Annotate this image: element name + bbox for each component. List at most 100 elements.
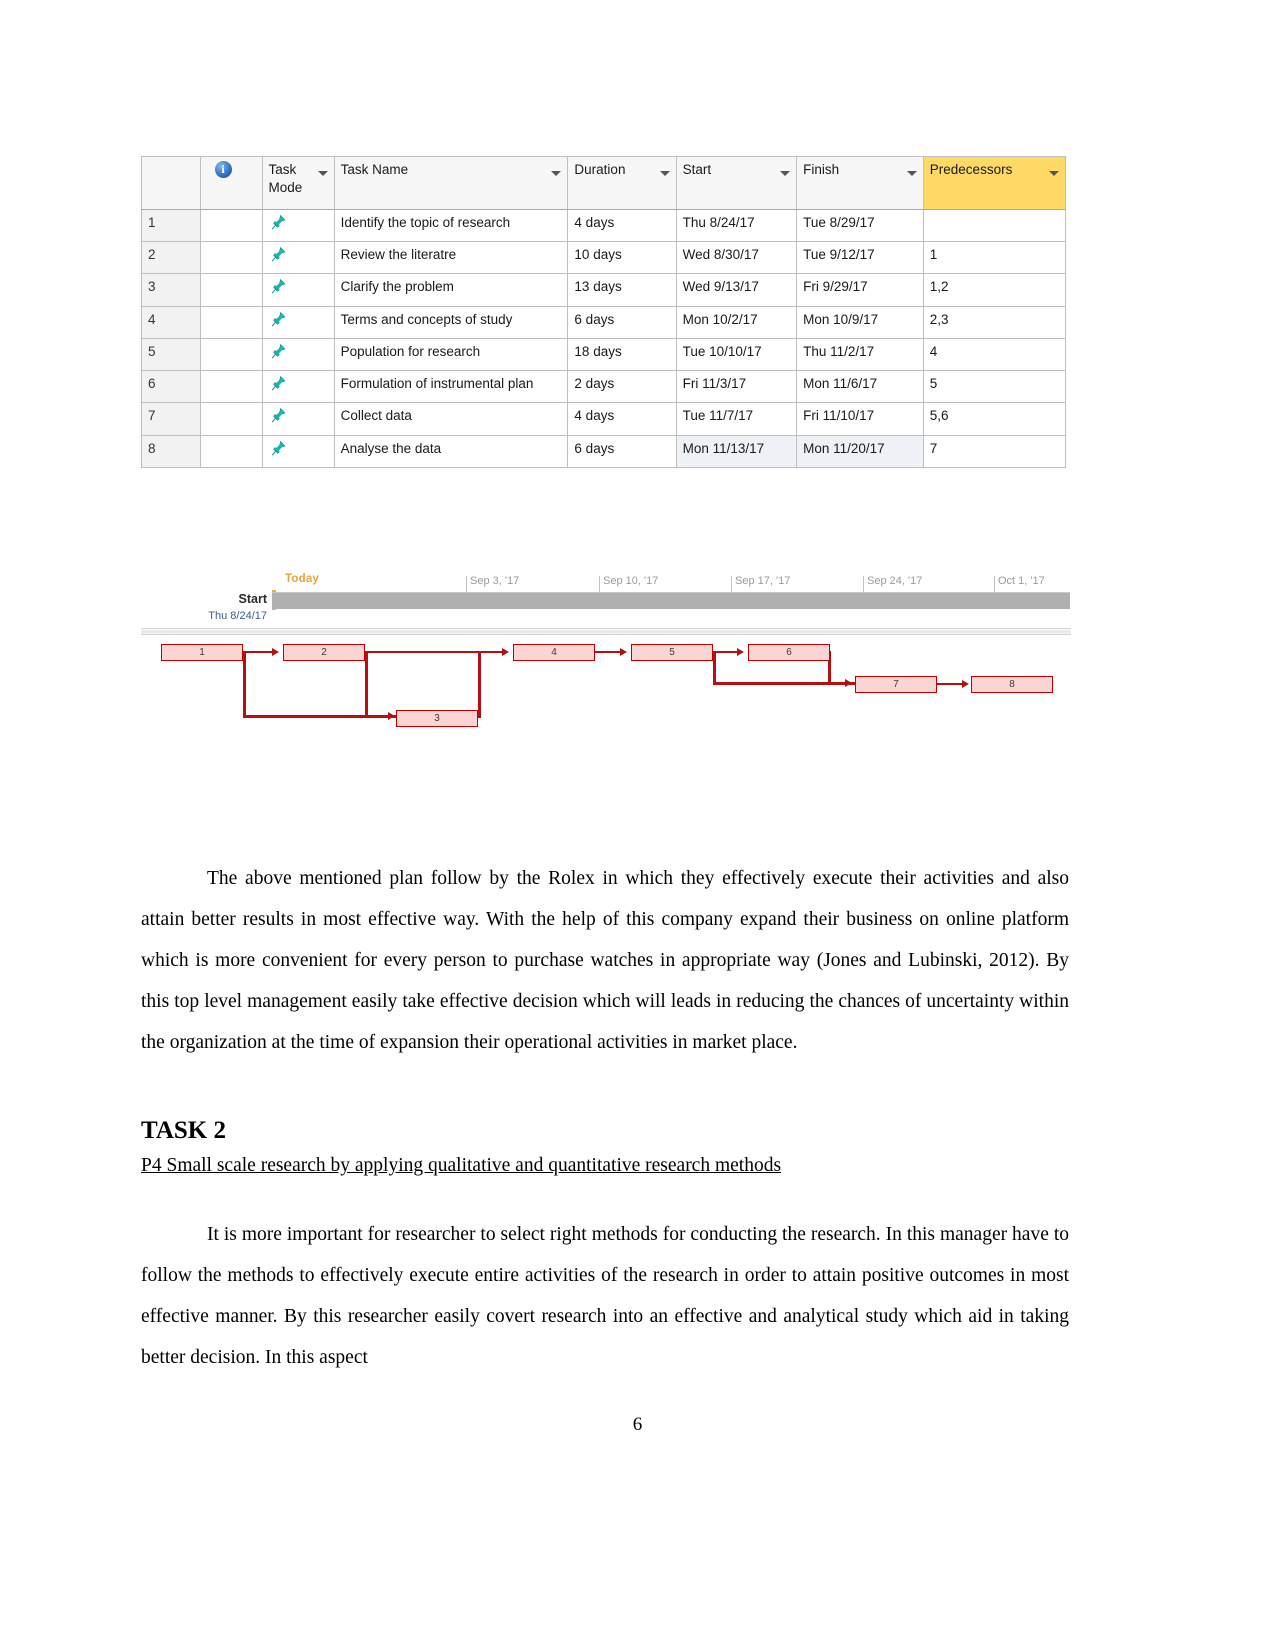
cell-duration[interactable]: 13 days [567, 273, 677, 307]
table-row[interactable]: 8 Analyse the data 6 days Mon 11/13/17 Mon 1… [141, 434, 1067, 468]
header-finish[interactable]: Finish [796, 156, 924, 210]
cell-task-mode[interactable] [261, 434, 335, 468]
table-row[interactable]: 1 Identify the topic of research 4 days Thu… [141, 208, 1067, 243]
cell-finish[interactable]: Mon 11/6/17 [796, 370, 924, 404]
cell-duration[interactable]: 4 days [567, 208, 677, 243]
cell-duration[interactable]: 10 days [567, 241, 677, 275]
header-start-label: Start [682, 162, 712, 177]
link-2-4 [365, 651, 505, 653]
cell-row-id: 8 [141, 434, 201, 468]
cell-predecessors[interactable]: 2,3 [922, 305, 1067, 339]
network-node-1[interactable]: 1 [161, 644, 243, 661]
cell-predecessors[interactable]: 1 [922, 241, 1067, 275]
table-row[interactable]: 3 Clarify the problem 13 days Wed 9/13/17 Fr… [141, 273, 1067, 307]
cell-indicator[interactable] [199, 273, 263, 307]
cell-indicator[interactable] [199, 370, 263, 404]
network-node-8[interactable]: 8 [971, 676, 1053, 693]
network-node-7[interactable]: 7 [855, 676, 937, 693]
network-node-3[interactable]: 3 [396, 710, 478, 727]
table-row[interactable]: 4 Terms and concepts of study 6 days Mon 10… [141, 305, 1067, 339]
cell-start[interactable]: Mon 10/2/17 [675, 305, 798, 339]
header-duration[interactable]: Duration [567, 156, 677, 210]
cell-duration[interactable]: 4 days [567, 402, 677, 436]
cell-duration[interactable]: 6 days [567, 434, 677, 468]
chevron-down-icon[interactable] [659, 171, 670, 176]
network-node-4[interactable]: 4 [513, 644, 595, 661]
header-predecessors[interactable]: Predecessors [922, 156, 1067, 210]
cell-indicator[interactable] [199, 241, 263, 275]
cell-finish[interactable]: Fri 9/29/17 [796, 273, 924, 307]
page-number: 6 [632, 1414, 643, 1435]
cell-indicator[interactable] [199, 305, 263, 339]
chevron-down-icon[interactable] [317, 171, 328, 176]
chevron-down-icon[interactable] [551, 171, 562, 176]
timeline-today-label: Today [285, 573, 320, 585]
cell-predecessors[interactable]: 5,6 [922, 402, 1067, 436]
cell-indicator[interactable] [199, 402, 263, 436]
timeline-start-date: Thu 8/24/17 [208, 610, 267, 622]
cell-finish[interactable]: Mon 11/20/17 [796, 434, 924, 468]
header-finish-label: Finish [803, 162, 840, 177]
link-3-join [478, 715, 481, 718]
arrow-5-6-icon [737, 648, 744, 656]
network-node-6[interactable]: 6 [748, 644, 830, 661]
header-predecessors-label: Predecessors [929, 162, 1013, 177]
cell-task-name[interactable]: Collect data [333, 402, 569, 436]
cell-task-name[interactable]: Review the literatre [333, 241, 569, 275]
cell-indicator[interactable] [199, 337, 263, 372]
cell-finish[interactable]: Fri 11/10/17 [796, 402, 924, 436]
cell-indicator[interactable] [199, 434, 263, 468]
cell-finish[interactable]: Tue 9/12/17 [796, 241, 924, 275]
cell-finish[interactable]: Mon 10/9/17 [796, 305, 924, 339]
cell-start[interactable]: Mon 11/13/17 [675, 434, 798, 468]
cell-task-name[interactable]: Identify the topic of research [333, 208, 569, 243]
chevron-down-icon[interactable] [1049, 171, 1059, 176]
table-row[interactable]: 7 Collect data 4 days Tue 11/7/17 Fri 11/10/… [141, 402, 1067, 436]
cell-task-name[interactable]: Population for research [333, 337, 569, 372]
cell-start[interactable]: Wed 8/30/17 [675, 241, 798, 275]
header-task-mode[interactable]: Task Mode [261, 156, 335, 210]
cell-task-name[interactable]: Analyse the data [333, 434, 569, 468]
cell-task-mode[interactable] [261, 305, 335, 339]
cell-task-mode[interactable] [261, 402, 335, 436]
cell-start[interactable]: Fri 11/3/17 [675, 370, 798, 404]
network-node-5[interactable]: 5 [631, 644, 713, 661]
chevron-down-icon[interactable] [906, 171, 917, 176]
link-5-6 [713, 651, 740, 653]
cell-predecessors[interactable]: 1,2 [922, 273, 1067, 307]
table-row[interactable]: 6 Formulation of instrumental plan 2 days F… [141, 370, 1067, 404]
table-row[interactable]: 2 Review the literatre 10 days Wed 8/30/17 T… [141, 241, 1067, 275]
header-start[interactable]: Start [675, 156, 798, 210]
pin-icon [269, 214, 287, 232]
timeline-bar[interactable] [272, 592, 1070, 609]
cell-task-mode[interactable] [261, 208, 335, 243]
cell-start[interactable]: Thu 8/24/17 [675, 208, 798, 243]
cell-start[interactable]: Tue 10/10/17 [675, 337, 798, 372]
cell-start[interactable]: Tue 11/7/17 [675, 402, 798, 436]
cell-duration[interactable]: 18 days [567, 337, 677, 372]
cell-finish[interactable]: Tue 8/29/17 [796, 208, 924, 243]
timeline-tick-label: Sep 10, '17 [599, 575, 658, 592]
table-row[interactable]: 5 Population for research 18 days Tue 10/10… [141, 337, 1067, 372]
cell-task-mode[interactable] [261, 370, 335, 404]
cell-task-mode[interactable] [261, 337, 335, 372]
cell-task-name[interactable]: Terms and concepts of study [333, 305, 569, 339]
cell-finish[interactable]: Thu 11/2/17 [796, 337, 924, 372]
timeline-divider [141, 628, 1071, 635]
cell-duration[interactable]: 6 days [567, 305, 677, 339]
cell-task-name[interactable]: Clarify the problem [333, 273, 569, 307]
cell-predecessors[interactable]: 4 [922, 337, 1067, 372]
network-node-2[interactable]: 2 [283, 644, 365, 661]
cell-task-mode[interactable] [261, 273, 335, 307]
header-task-name[interactable]: Task Name [333, 156, 569, 210]
cell-duration[interactable]: 2 days [567, 370, 677, 404]
cell-predecessors[interactable]: 5 [922, 370, 1067, 404]
cell-row-id: 7 [141, 402, 201, 436]
cell-predecessors[interactable]: 7 [922, 434, 1067, 468]
cell-predecessors[interactable] [922, 208, 1067, 243]
cell-task-name[interactable]: Formulation of instrumental plan [333, 370, 569, 404]
cell-task-mode[interactable] [261, 241, 335, 275]
chevron-down-icon[interactable] [780, 171, 791, 176]
cell-indicator[interactable] [199, 208, 263, 243]
cell-start[interactable]: Wed 9/13/17 [675, 273, 798, 307]
